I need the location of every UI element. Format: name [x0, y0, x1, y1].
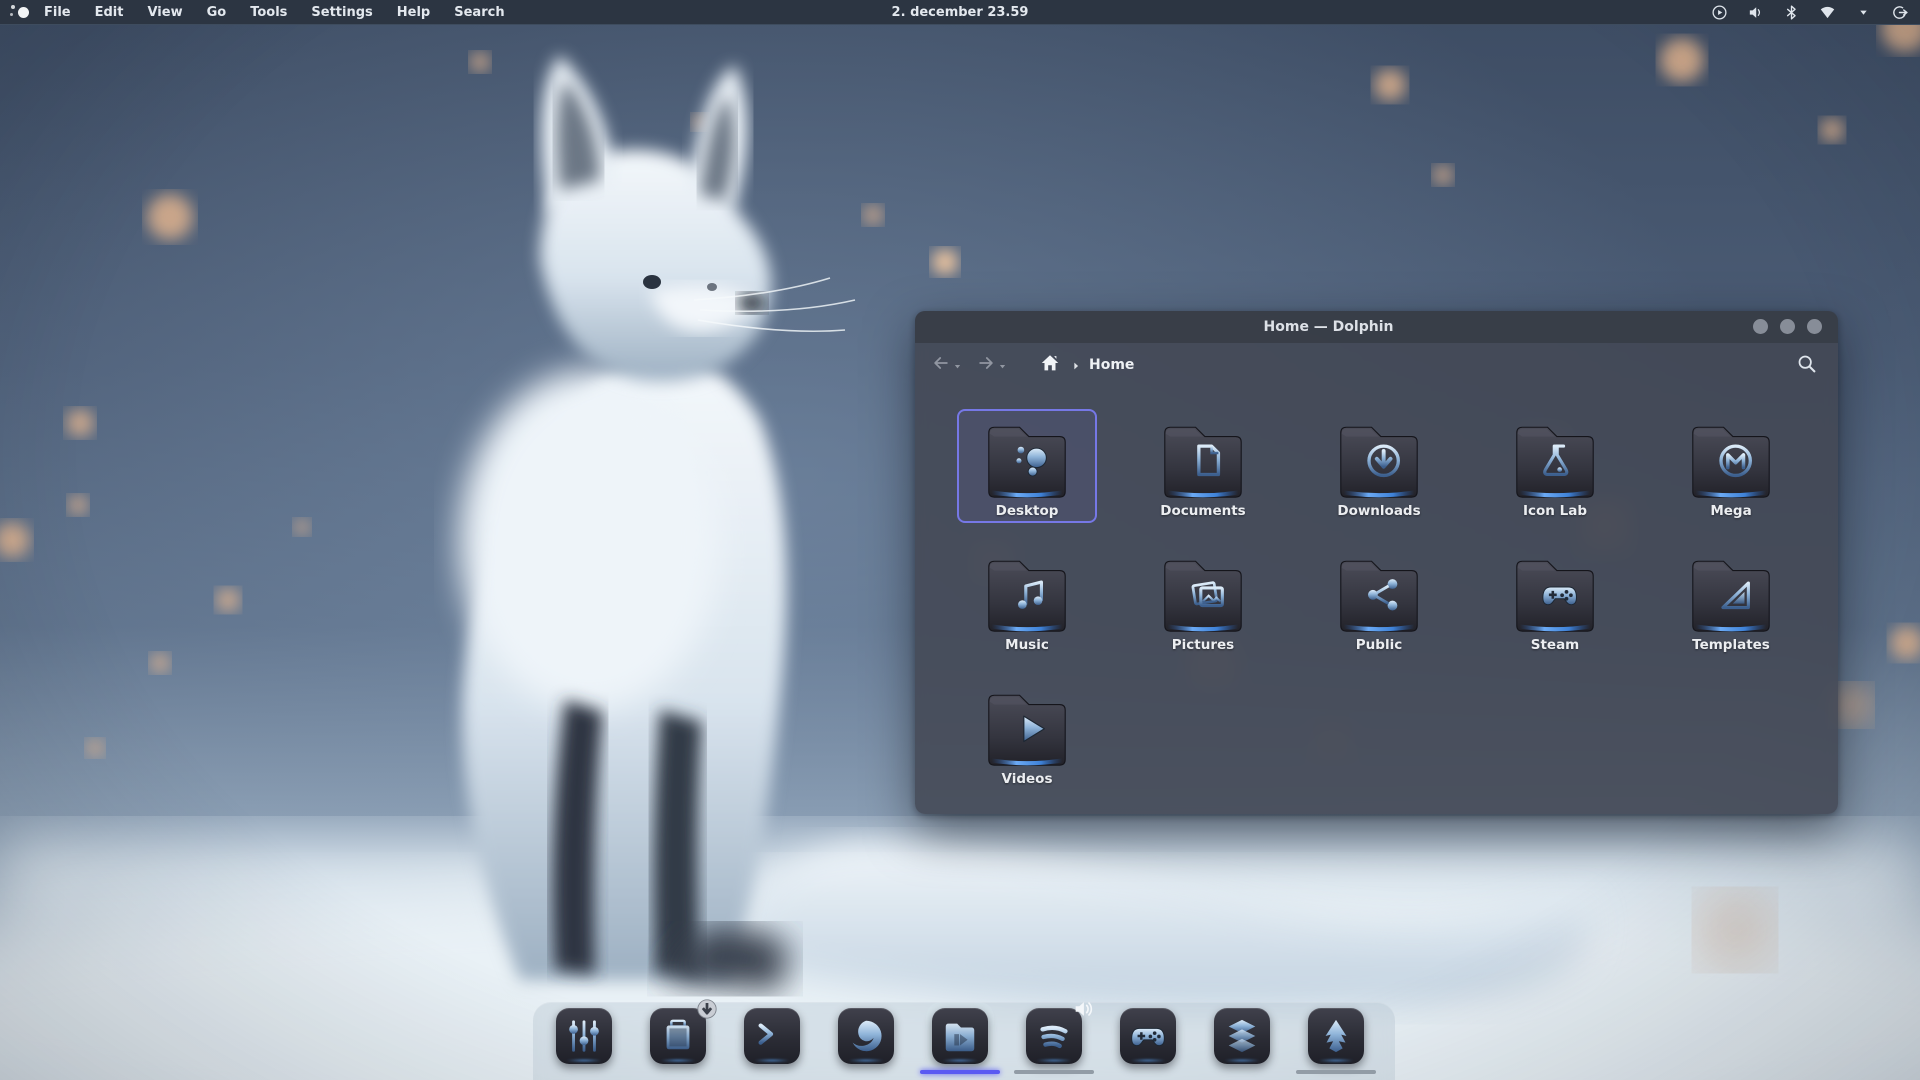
- menubar-item-tools[interactable]: Tools: [250, 5, 287, 20]
- dock-item-inkscape[interactable]: [1308, 1008, 1364, 1064]
- dock-item-steam[interactable]: [1120, 1008, 1176, 1064]
- dock-item-file-manager[interactable]: [932, 1008, 988, 1064]
- menubar-item-view[interactable]: View: [147, 5, 182, 20]
- download-badge-icon: [696, 998, 718, 1020]
- window-maximize-button[interactable]: [1780, 319, 1795, 334]
- session-power-icon[interactable]: [1887, 4, 1912, 22]
- window-title: Home — Dolphin: [915, 319, 1742, 335]
- window-minimize-button[interactable]: [1753, 319, 1768, 334]
- bluetooth-icon[interactable]: [1779, 4, 1804, 22]
- dock-panel: [533, 1002, 1395, 1080]
- breadcrumb-chevron-icon: [1061, 356, 1089, 375]
- folder-label: Templates: [1692, 637, 1770, 653]
- dock-item-software-updater[interactable]: [650, 1008, 706, 1064]
- menubar-item-settings[interactable]: Settings: [311, 5, 372, 20]
- running-indicator: [920, 1070, 1000, 1074]
- folder-label: Public: [1356, 637, 1402, 653]
- volume-badge-icon: [1072, 998, 1094, 1020]
- dock-item-layers-app[interactable]: [1214, 1008, 1270, 1064]
- menubar-item-edit[interactable]: Edit: [95, 5, 124, 20]
- breadcrumb-home[interactable]: Home: [1089, 357, 1134, 373]
- media-player-icon[interactable]: [1707, 4, 1732, 22]
- global-menubar: File Edit View Go Tools Settings Help Se…: [0, 0, 1920, 25]
- folder-label: Documents: [1160, 503, 1245, 519]
- window-titlebar[interactable]: Home — Dolphin: [915, 311, 1838, 343]
- window-buttons: [1753, 319, 1822, 334]
- window-close-button[interactable]: [1807, 319, 1822, 334]
- folder-item-desktop[interactable]: Desktop: [957, 409, 1097, 523]
- folder-item-mega[interactable]: Mega: [1661, 409, 1801, 523]
- folder-view: Desktop Documents Downloads Icon Lab: [915, 387, 1838, 811]
- clock[interactable]: 2. december 23.59: [892, 0, 1029, 25]
- forward-button[interactable]: [976, 353, 996, 377]
- search-icon[interactable]: [1796, 353, 1820, 377]
- folder-item-public[interactable]: Public: [1309, 543, 1449, 657]
- back-button[interactable]: [931, 353, 951, 377]
- dock-item-mixer-settings[interactable]: [556, 1008, 612, 1064]
- running-indicator: [1014, 1070, 1094, 1074]
- folder-item-music[interactable]: Music: [957, 543, 1097, 657]
- forward-history-caret-icon[interactable]: [998, 356, 1007, 375]
- folder-label: Desktop: [996, 503, 1059, 519]
- folder-label: Music: [1005, 637, 1049, 653]
- folder-label: Pictures: [1172, 637, 1234, 653]
- folder-label: Videos: [1002, 771, 1053, 787]
- dock-items: [533, 1002, 1395, 1064]
- system-tray: [1707, 0, 1912, 25]
- menu-items: File Edit View Go Tools Settings Help Se…: [44, 5, 505, 20]
- dock-item-web-browser[interactable]: [838, 1008, 894, 1064]
- back-history-caret-icon[interactable]: [953, 356, 962, 375]
- menubar-item-go[interactable]: Go: [207, 5, 227, 20]
- folder-item-steam[interactable]: Steam: [1485, 543, 1625, 657]
- folder-label: Steam: [1531, 637, 1580, 653]
- network-wireless-icon[interactable]: [1815, 4, 1840, 22]
- folder-item-downloads[interactable]: Downloads: [1309, 409, 1449, 523]
- dock-item-spotify[interactable]: [1026, 1008, 1082, 1064]
- folder-item-templates[interactable]: Templates: [1661, 543, 1801, 657]
- folder-item-pictures[interactable]: Pictures: [1133, 543, 1273, 657]
- folder-label: Mega: [1710, 503, 1751, 519]
- dock-item-terminal[interactable]: [744, 1008, 800, 1064]
- desktop: File Edit View Go Tools Settings Help Se…: [0, 0, 1920, 1080]
- menubar-item-file[interactable]: File: [44, 5, 71, 20]
- app-logo-icon[interactable]: [6, 0, 36, 25]
- folder-label: Icon Lab: [1523, 503, 1587, 519]
- folder-item-documents[interactable]: Documents: [1133, 409, 1273, 523]
- dolphin-window: Home — Dolphin Home: [915, 311, 1838, 814]
- menubar-item-search[interactable]: Search: [454, 5, 504, 20]
- folder-item-videos[interactable]: Videos: [957, 677, 1097, 791]
- caret-down-icon[interactable]: [1851, 4, 1876, 22]
- home-icon[interactable]: [1039, 352, 1061, 378]
- volume-icon[interactable]: [1743, 4, 1768, 22]
- folder-label: Downloads: [1337, 503, 1420, 519]
- running-indicator: [1296, 1070, 1376, 1074]
- menubar-item-help[interactable]: Help: [397, 5, 430, 20]
- folder-item-icon-lab[interactable]: Icon Lab: [1485, 409, 1625, 523]
- dolphin-toolbar: Home: [915, 343, 1838, 387]
